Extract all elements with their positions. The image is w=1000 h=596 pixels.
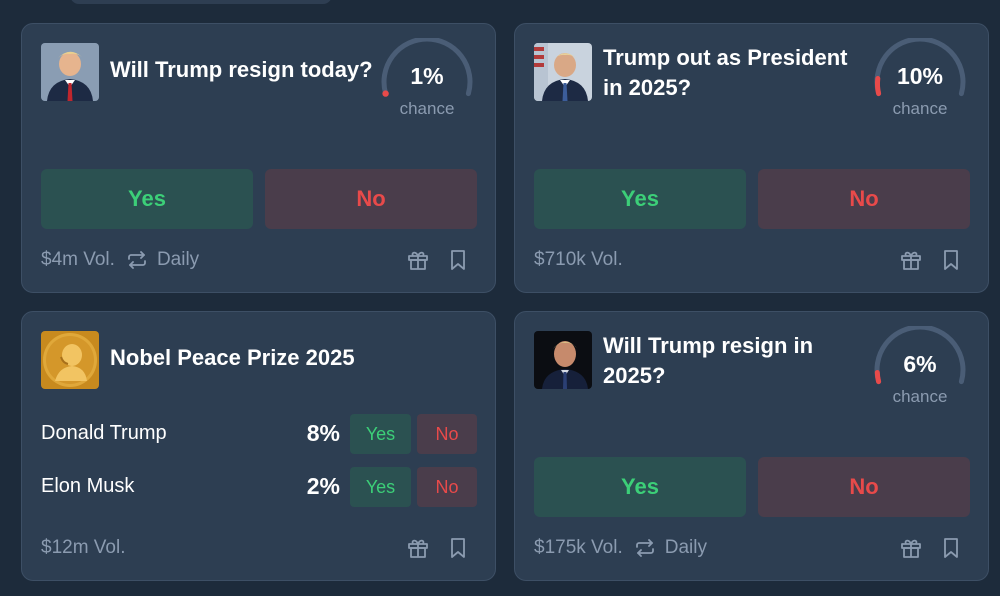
footer-actions bbox=[900, 246, 960, 274]
volume-text: $12m Vol. bbox=[41, 537, 126, 558]
yes-button[interactable]: Yes bbox=[534, 457, 746, 517]
no-button[interactable]: No bbox=[758, 457, 970, 517]
footer-actions bbox=[407, 246, 467, 274]
market-footer: $710k Vol. bbox=[534, 246, 623, 274]
volume-text: $710k Vol. bbox=[534, 249, 623, 270]
market-card-trump-out-2025[interactable]: Trump out as President in 2025? 10% chan… bbox=[514, 23, 989, 293]
market-footer: $175k Vol. Daily bbox=[534, 534, 707, 562]
market-title[interactable]: Will Trump resign in 2025? bbox=[603, 331, 873, 391]
chance-percent: 1% bbox=[410, 63, 444, 89]
outcome-row: Donald Trump 8% Yes No bbox=[41, 414, 478, 454]
chance-label: chance bbox=[399, 99, 455, 118]
gift-icon[interactable] bbox=[900, 249, 922, 271]
outcome-percent: 2% bbox=[306, 473, 340, 499]
repeat-icon bbox=[635, 539, 655, 557]
market-thumbnail bbox=[534, 43, 592, 101]
market-footer: $12m Vol. bbox=[41, 534, 126, 562]
outcome-no-button[interactable]: No bbox=[417, 467, 477, 507]
chance-label: chance bbox=[892, 99, 948, 118]
market-title[interactable]: Trump out as President in 2025? bbox=[603, 43, 873, 103]
outcome-name: Donald Trump bbox=[41, 422, 167, 444]
outcome-yes-button[interactable]: Yes bbox=[350, 467, 411, 507]
recurrence-label: Daily bbox=[664, 537, 707, 558]
market-card-trump-resign-today[interactable]: Will Trump resign today? 1% chance Yes N… bbox=[21, 23, 496, 293]
no-button[interactable]: No bbox=[758, 169, 970, 229]
market-thumbnail bbox=[41, 331, 99, 389]
no-button[interactable]: No bbox=[265, 169, 477, 229]
top-scroll-pill bbox=[70, 0, 332, 4]
bookmark-icon[interactable] bbox=[942, 537, 960, 559]
yes-button[interactable]: Yes bbox=[41, 169, 253, 229]
chance-percent: 10% bbox=[896, 63, 944, 89]
gift-icon[interactable] bbox=[407, 537, 429, 559]
market-thumbnail bbox=[534, 331, 592, 389]
outcome-name: Elon Musk bbox=[41, 475, 135, 497]
market-thumbnail bbox=[41, 43, 99, 101]
gift-icon[interactable] bbox=[407, 249, 429, 271]
outcome-no-button[interactable]: No bbox=[417, 414, 477, 454]
outcome-yes-button[interactable]: Yes bbox=[350, 414, 411, 454]
chance-percent: 6% bbox=[903, 351, 937, 377]
market-card-nobel-peace-prize[interactable]: Nobel Peace Prize 2025 Donald Trump 8% Y… bbox=[21, 311, 496, 581]
bookmark-icon[interactable] bbox=[449, 537, 467, 559]
chance-gauge: 10% chance bbox=[872, 38, 968, 128]
volume-text: $175k Vol. bbox=[534, 537, 623, 558]
yes-button[interactable]: Yes bbox=[534, 169, 746, 229]
bookmark-icon[interactable] bbox=[449, 249, 467, 271]
chance-gauge: 1% chance bbox=[379, 38, 475, 128]
outcome-row: Elon Musk 2% Yes No bbox=[41, 467, 478, 507]
chance-label: chance bbox=[892, 387, 948, 406]
outcome-percent: 8% bbox=[306, 420, 340, 446]
volume-text: $4m Vol. bbox=[41, 249, 115, 270]
repeat-icon bbox=[127, 251, 147, 269]
market-card-trump-resign-2025[interactable]: Will Trump resign in 2025? 6% chance Yes… bbox=[514, 311, 989, 581]
market-footer: $4m Vol. Daily bbox=[41, 246, 199, 274]
footer-actions bbox=[407, 534, 467, 562]
market-title[interactable]: Nobel Peace Prize 2025 bbox=[110, 343, 380, 373]
chance-gauge: 6% chance bbox=[872, 326, 968, 416]
bookmark-icon[interactable] bbox=[942, 249, 960, 271]
market-title[interactable]: Will Trump resign today? bbox=[110, 55, 380, 85]
gift-icon[interactable] bbox=[900, 537, 922, 559]
footer-actions bbox=[900, 534, 960, 562]
recurrence-label: Daily bbox=[156, 249, 200, 270]
